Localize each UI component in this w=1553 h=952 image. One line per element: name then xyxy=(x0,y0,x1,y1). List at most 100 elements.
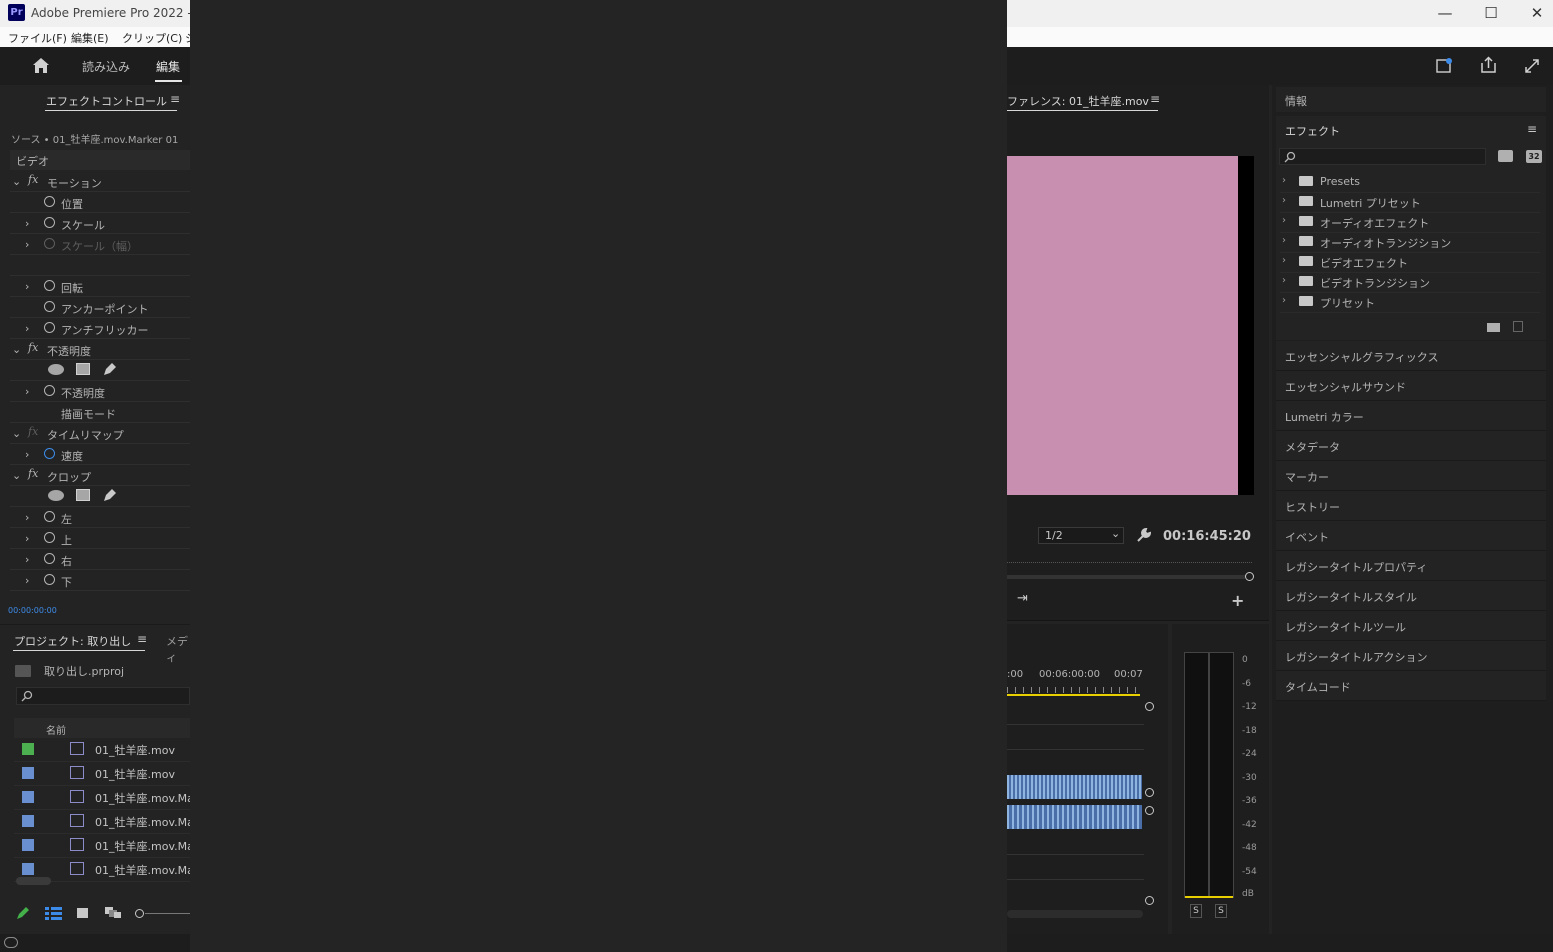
stopwatch-icon[interactable] xyxy=(44,574,55,585)
collapsed-panel-header[interactable]: レガシータイトルプロパティ xyxy=(1276,551,1546,581)
fx-time-remap-row[interactable]: ⌄ fx タイムリマップ xyxy=(10,423,190,444)
column-name-label[interactable]: 名前 xyxy=(46,722,66,737)
chevron-down-icon[interactable]: ⌄ xyxy=(12,175,21,188)
ellipse-mask-icon[interactable] xyxy=(48,490,64,501)
project-item-row[interactable]: 01_牡羊座.mov.Mar xyxy=(14,809,198,834)
chevron-down-icon[interactable]: ⌄ xyxy=(12,469,21,482)
go-to-out-icon[interactable]: ⇥ xyxy=(1017,591,1028,606)
effects-folder-row[interactable]: › ビデオトランジション xyxy=(1280,272,1540,293)
chevron-right-icon[interactable]: › xyxy=(25,385,29,398)
chevron-right-icon[interactable]: › xyxy=(25,322,29,335)
new-bin-icon[interactable] xyxy=(1487,323,1500,332)
rectangle-mask-icon[interactable] xyxy=(76,489,90,501)
chevron-right-icon[interactable]: › xyxy=(1282,235,1286,246)
quick-export-icon[interactable] xyxy=(1436,58,1453,73)
collapsed-panel-header[interactable]: レガシータイトルツール xyxy=(1276,611,1546,641)
chevron-right-icon[interactable]: › xyxy=(25,532,29,545)
creative-cloud-icon[interactable] xyxy=(4,937,18,948)
chevron-right-icon[interactable]: › xyxy=(25,448,29,461)
fx-icon[interactable]: fx xyxy=(28,173,38,186)
collapsed-panel-header[interactable]: エッセンシャルグラフィックス xyxy=(1276,341,1546,371)
label-color-swatch[interactable] xyxy=(22,767,34,779)
collapsed-panel-header[interactable]: レガシータイトルアクション xyxy=(1276,641,1546,671)
stopwatch-icon[interactable] xyxy=(44,322,55,333)
resolution-select[interactable]: 1/2 ⌄ xyxy=(1038,527,1124,544)
pen-mask-icon[interactable] xyxy=(102,488,117,503)
chevron-right-icon[interactable]: › xyxy=(1282,275,1286,286)
timeline-scroll-handle[interactable] xyxy=(1145,806,1154,815)
pencil-icon[interactable] xyxy=(16,906,30,920)
tab-project[interactable]: プロジェクト: 取り出し xyxy=(14,633,131,649)
ellipse-mask-icon[interactable] xyxy=(48,364,64,375)
chevron-right-icon[interactable]: › xyxy=(25,511,29,524)
project-item-row[interactable]: 01_牡羊座.mov xyxy=(14,737,190,762)
timeline-hscrollbar[interactable] xyxy=(1007,910,1143,918)
fullscreen-icon[interactable] xyxy=(1524,58,1540,74)
scrollbar-track[interactable] xyxy=(1007,575,1245,579)
video-frame[interactable] xyxy=(1007,156,1238,495)
prop-top-row[interactable]: › 上 xyxy=(10,528,190,549)
stopwatch-icon[interactable] xyxy=(44,532,55,543)
stopwatch-icon[interactable] xyxy=(44,217,55,228)
effect-controls-timecode[interactable]: 00:00:00:00 xyxy=(8,606,57,615)
effects-folder-row[interactable]: › オーディオエフェクト xyxy=(1280,212,1540,233)
freeform-view-icon[interactable] xyxy=(104,906,122,919)
label-color-swatch[interactable] xyxy=(22,815,34,827)
chevron-down-icon[interactable]: ⌄ xyxy=(12,343,21,356)
chevron-right-icon[interactable]: › xyxy=(1282,215,1286,226)
project-search-input[interactable] xyxy=(16,687,190,705)
project-item-row[interactable]: 01_牡羊座.mov.Mar xyxy=(14,785,198,810)
wrench-icon[interactable] xyxy=(1136,528,1151,543)
prop-rotation-row[interactable]: › 回転 xyxy=(10,276,190,297)
stopwatch-icon[interactable] xyxy=(44,448,55,459)
chevron-right-icon[interactable]: › xyxy=(1282,195,1286,206)
label-color-swatch[interactable] xyxy=(22,863,34,875)
stopwatch-icon[interactable] xyxy=(44,280,55,291)
menu-clip[interactable]: クリップ(C) xyxy=(122,30,182,46)
prop-speed-row[interactable]: › 速度 xyxy=(10,444,190,465)
timeline-scroll-handle[interactable] xyxy=(1145,896,1154,905)
chevron-right-icon[interactable]: › xyxy=(1282,175,1286,186)
stopwatch-icon[interactable] xyxy=(44,385,55,396)
prop-left-row[interactable]: › 左 xyxy=(10,507,190,528)
fx-crop-row[interactable]: ⌄ fx クロップ xyxy=(10,465,190,486)
label-color-swatch[interactable] xyxy=(22,839,34,851)
timeline-scroll-handle[interactable] xyxy=(1145,702,1154,711)
panel-menu-icon[interactable]: ≡ xyxy=(170,92,180,106)
effects-folder-row[interactable]: › Presets xyxy=(1280,172,1540,193)
collapsed-panel-header[interactable]: ヒストリー xyxy=(1276,491,1546,521)
playhead-scroll-end[interactable] xyxy=(1245,572,1254,581)
stopwatch-icon[interactable] xyxy=(44,553,55,564)
fx-icon[interactable]: fx xyxy=(28,341,38,354)
collapsed-panel-header[interactable]: イベント xyxy=(1276,521,1546,551)
close-button[interactable]: ✕ xyxy=(1514,0,1553,27)
chevron-right-icon[interactable]: › xyxy=(1282,295,1286,306)
maximize-button[interactable]: ☐ xyxy=(1468,0,1514,27)
chevron-right-icon[interactable]: › xyxy=(25,574,29,587)
prop-position-row[interactable]: 位置 xyxy=(10,192,190,213)
accelerated-effects-icon[interactable] xyxy=(1498,150,1513,162)
effects-folder-row[interactable]: › Lumetri プリセット xyxy=(1280,192,1540,213)
chevron-down-icon[interactable]: ⌄ xyxy=(12,427,21,440)
share-icon[interactable] xyxy=(1480,56,1497,74)
fx-icon[interactable]: fx xyxy=(28,467,38,480)
program-time-ruler[interactable] xyxy=(1007,562,1252,573)
zoom-slider[interactable] xyxy=(134,908,190,918)
chevron-right-icon[interactable]: › xyxy=(25,238,29,251)
menu-edit[interactable]: 編集(E) xyxy=(71,30,109,46)
info-panel-header[interactable]: 情報 xyxy=(1276,87,1546,112)
tab-program-monitor[interactable]: ファレンス: 01_牡羊座.mov xyxy=(1007,93,1149,109)
minimize-button[interactable]: — xyxy=(1422,0,1468,27)
solo-button-left[interactable]: S xyxy=(1190,904,1202,918)
prop-scale-row[interactable]: › スケール xyxy=(10,213,190,234)
prop-anchor-row[interactable]: アンカーポイント xyxy=(10,297,190,318)
panel-menu-icon[interactable]: ≡ xyxy=(1150,92,1160,106)
label-color-swatch[interactable] xyxy=(22,791,34,803)
collapsed-panel-header[interactable]: レガシータイトルスタイル xyxy=(1276,581,1546,611)
chevron-right-icon[interactable]: › xyxy=(1282,255,1286,266)
chevron-right-icon[interactable]: › xyxy=(25,553,29,566)
menu-file[interactable]: ファイル(F) xyxy=(8,30,67,46)
prop-scale-width-row[interactable]: › スケール（幅） xyxy=(10,234,190,255)
prop-antiflicker-row[interactable]: › アンチフリッカー xyxy=(10,318,190,339)
list-view-icon[interactable] xyxy=(45,907,62,920)
